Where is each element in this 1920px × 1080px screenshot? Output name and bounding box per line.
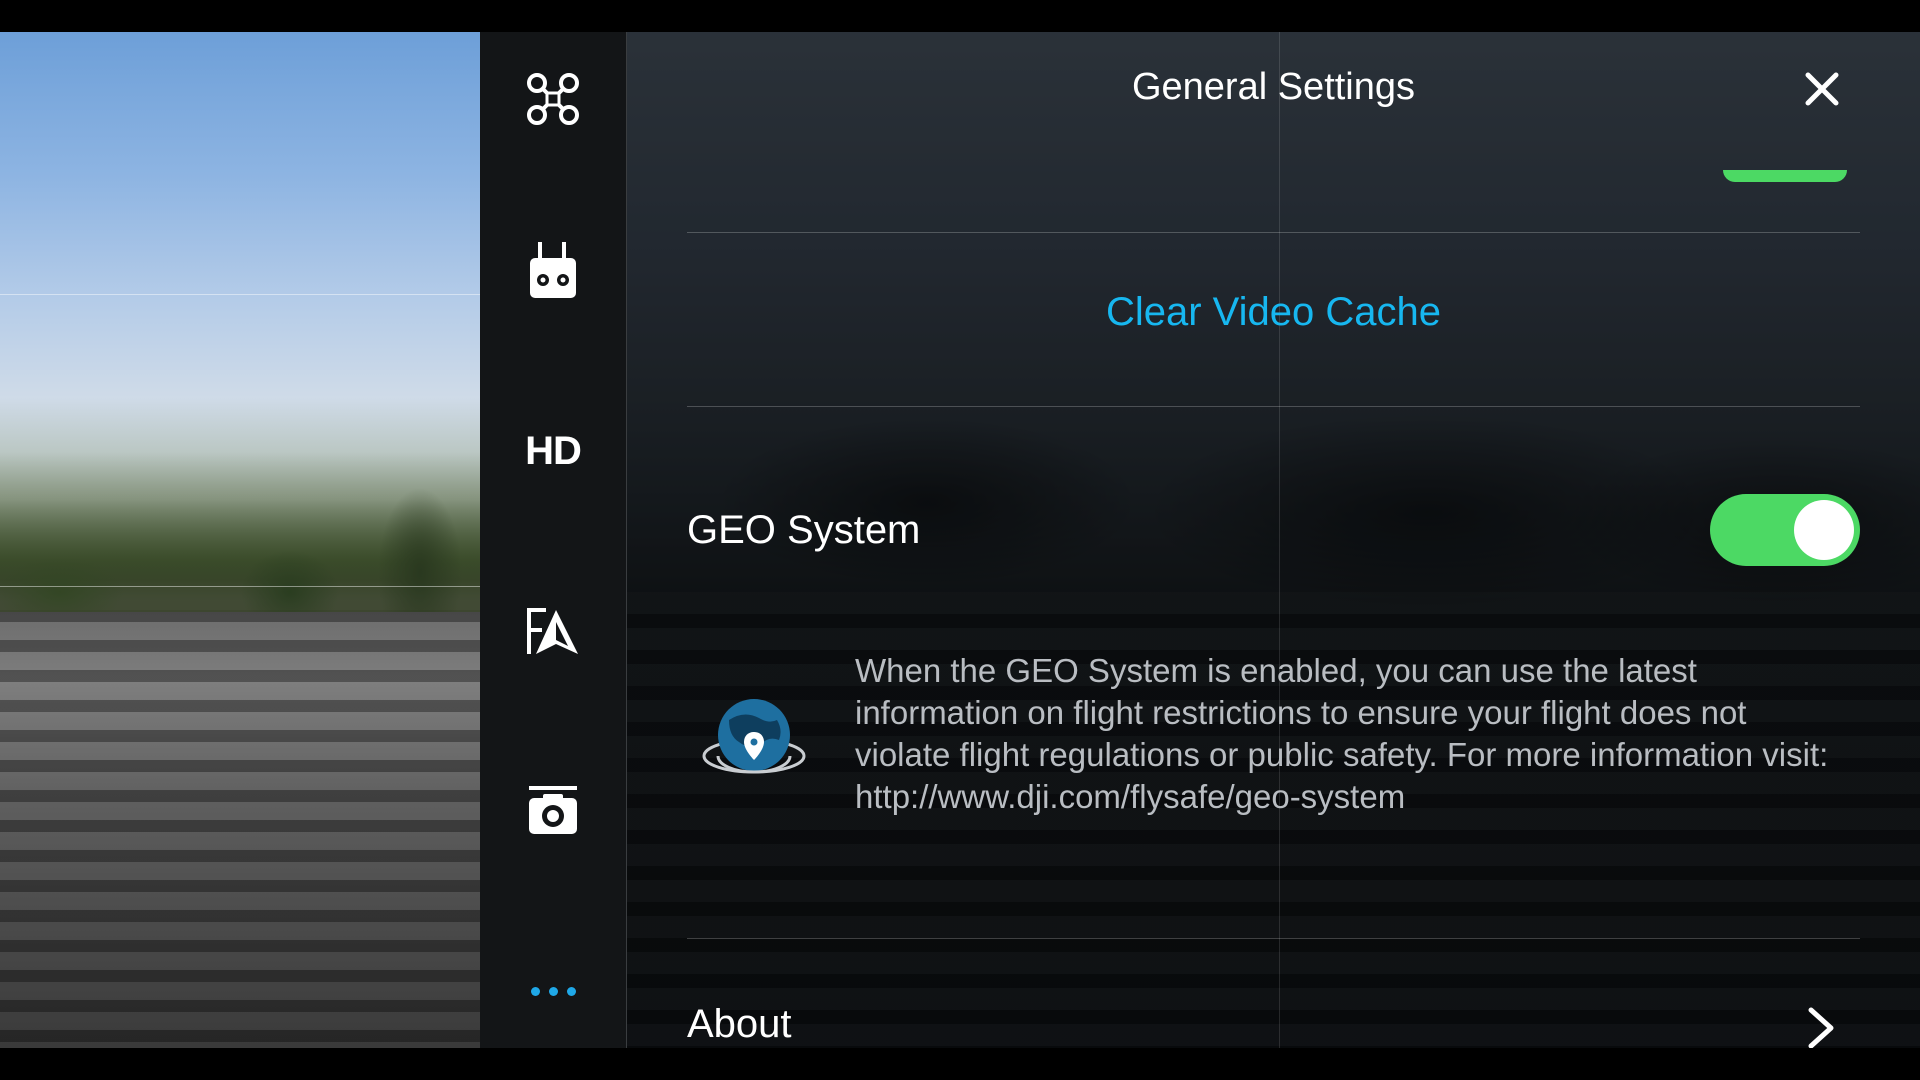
- geo-system-toggle[interactable]: [1710, 494, 1860, 566]
- general-settings-panel: General Settings Clear Video Cache GEO S…: [627, 32, 1920, 1048]
- camera-icon: [529, 786, 577, 834]
- aircraft-icon: [527, 73, 579, 125]
- about-row[interactable]: About: [687, 972, 1860, 1048]
- geo-system-link[interactable]: http://www.dji.com/flysafe/geo-system: [855, 778, 1405, 815]
- camera-grid-line: [0, 586, 480, 587]
- clear-video-cache-button[interactable]: Clear Video Cache: [687, 290, 1860, 335]
- close-icon: [1805, 72, 1839, 106]
- sidebar-item-map[interactable]: [480, 586, 626, 676]
- panel-grid-line: [1279, 32, 1280, 1048]
- globe-location-icon: [702, 699, 806, 774]
- camera-grid-line: [0, 294, 480, 295]
- app-root: HD General Settings Clear Video Cache GE…: [0, 0, 1920, 1080]
- geo-description-text: When the GEO System is enabled, you can …: [855, 652, 1829, 773]
- camera-scene-grass: [0, 452, 480, 612]
- geo-system-label: GEO System: [687, 508, 921, 552]
- toggle-knob: [1794, 500, 1854, 560]
- hd-label: HD: [525, 428, 582, 473]
- sidebar-item-remote-controller[interactable]: [480, 226, 626, 316]
- sidebar-item-camera[interactable]: [480, 766, 626, 856]
- about-label: About: [687, 1002, 792, 1046]
- divider: [687, 232, 1860, 233]
- sidebar-item-more[interactable]: [480, 946, 626, 1036]
- map-navigation-icon: [527, 608, 578, 654]
- sidebar-item-hd-transmission[interactable]: HD: [480, 406, 626, 496]
- divider: [687, 406, 1860, 407]
- remote-controller-icon: [530, 242, 576, 298]
- camera-live-view[interactable]: [0, 32, 480, 1048]
- more-icon: [530, 986, 576, 996]
- settings-sidebar: HD: [480, 32, 627, 1048]
- sidebar-item-aircraft[interactable]: [480, 54, 626, 144]
- chevron-right-icon: [1808, 1007, 1834, 1048]
- scrolled-toggle-remnant[interactable]: [1723, 170, 1847, 182]
- geo-system-description: When the GEO System is enabled, you can …: [855, 650, 1845, 818]
- divider: [687, 938, 1860, 939]
- page-title: General Settings: [1131, 66, 1416, 108]
- close-button[interactable]: [1795, 62, 1849, 116]
